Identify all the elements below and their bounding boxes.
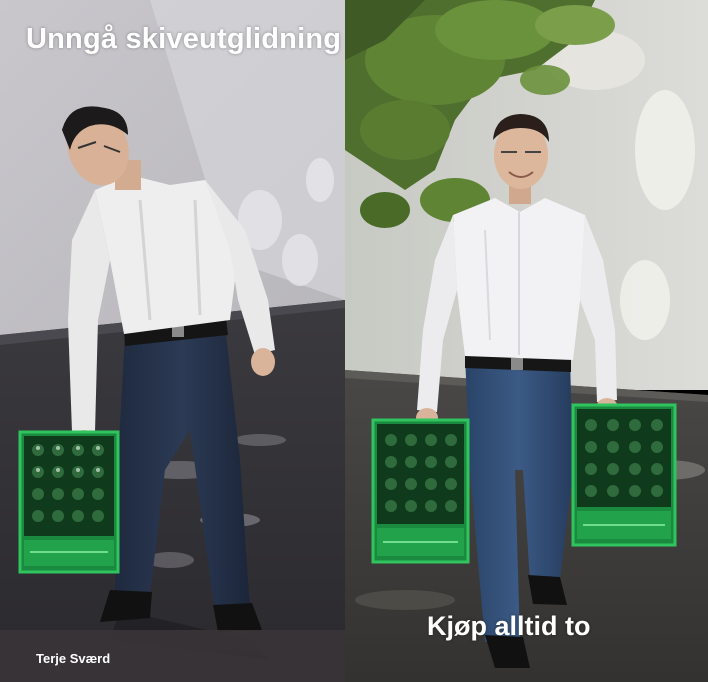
meme-caption-top: Unngå skiveutglidning: [26, 23, 342, 55]
right-photo-panel: [345, 0, 708, 682]
beer-crate-left: [371, 418, 470, 564]
beer-crate-left: [18, 430, 120, 574]
right-photo: [345, 0, 708, 682]
meme-caption-bottom: Kjøp alltid to: [427, 611, 591, 641]
left-photo-panel: [0, 0, 345, 682]
beer-crate-right: [571, 403, 677, 547]
left-photo: [0, 0, 345, 682]
author-credit: Terje Sværd: [36, 651, 111, 666]
